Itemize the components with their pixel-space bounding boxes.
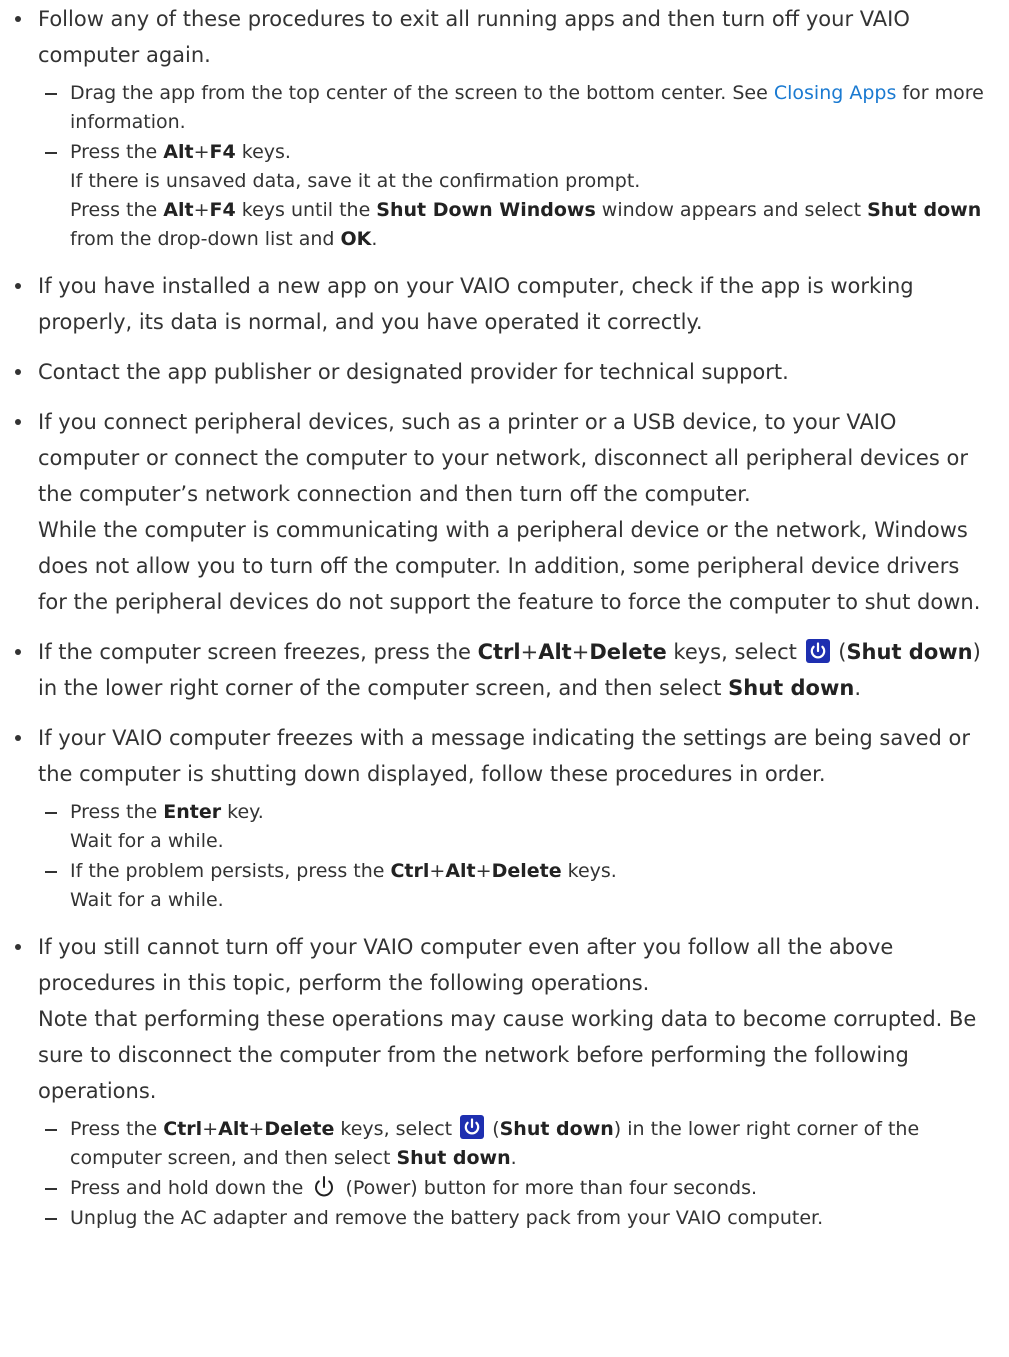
sub-item-text: Press the bbox=[70, 801, 164, 823]
item-text-note: Note that performing these operations ma… bbox=[38, 1007, 977, 1103]
ok-label: OK bbox=[340, 228, 372, 250]
item-text: If you have installed a new app on your … bbox=[38, 274, 914, 334]
key-delete: Delete bbox=[589, 640, 667, 664]
plus-sign: + bbox=[429, 860, 446, 882]
shut-down-label: Shut down bbox=[867, 199, 982, 221]
sub-item-text: Press and hold down the bbox=[70, 1177, 310, 1199]
key-ctrl: Ctrl bbox=[390, 860, 430, 882]
key-delete: Delete bbox=[491, 860, 562, 882]
item-text: keys, select bbox=[666, 640, 804, 664]
sub-item: Unplug the AC adapter and remove the bat… bbox=[45, 1204, 988, 1233]
shut-down-icon bbox=[805, 639, 830, 663]
sub-item-text: Unplug the AC adapter and remove the bat… bbox=[70, 1207, 824, 1229]
sub-item-text: keys, select bbox=[334, 1118, 459, 1140]
list-item: If you still cannot turn off your VAIO c… bbox=[15, 929, 988, 1233]
sub-list: Drag the app from the top center of the … bbox=[38, 79, 988, 254]
item-text: . bbox=[854, 676, 862, 700]
list-item: Follow any of these procedures to exit a… bbox=[15, 1, 988, 254]
sub-item: Press and hold down the (Power) button f… bbox=[45, 1174, 988, 1203]
key-delete: Delete bbox=[264, 1118, 335, 1140]
sub-item-text: keys. bbox=[561, 860, 617, 882]
list-item: Contact the app publisher or designated … bbox=[15, 354, 988, 390]
sub-item-text: from the drop-down list and bbox=[70, 228, 341, 250]
list-item: If you connect peripheral devices, such … bbox=[15, 404, 988, 620]
plus-sign: + bbox=[248, 1118, 265, 1140]
sub-item: Drag the app from the top center of the … bbox=[45, 79, 988, 137]
plus-sign: + bbox=[202, 1118, 219, 1140]
sub-item-text: Wait for a while. bbox=[70, 889, 224, 911]
key-alt: Alt bbox=[163, 141, 194, 163]
sub-list: Press the Enter key. Wait for a while. I… bbox=[38, 798, 988, 915]
shut-down-windows-label: Shut Down Windows bbox=[376, 199, 596, 221]
plus-sign: + bbox=[520, 640, 539, 664]
power-icon bbox=[311, 1174, 337, 1200]
sub-item-text: Wait for a while. bbox=[70, 830, 224, 852]
item-text: ( bbox=[831, 640, 847, 664]
key-alt: Alt bbox=[218, 1118, 249, 1140]
item-text: Follow any of these procedures to exit a… bbox=[38, 7, 910, 67]
shut-down-label: Shut down bbox=[846, 640, 973, 664]
plus-sign: + bbox=[475, 860, 492, 882]
sub-item-text: window appears and select bbox=[595, 199, 868, 221]
key-alt: Alt bbox=[163, 199, 194, 221]
sub-item-text: Drag the app from the top center of the … bbox=[70, 82, 774, 104]
list-item: If your VAIO computer freezes with a mes… bbox=[15, 720, 988, 915]
sub-item-text: Press the bbox=[70, 1118, 164, 1140]
plus-sign: + bbox=[193, 141, 210, 163]
sub-item-text: Press the bbox=[70, 141, 164, 163]
sub-item: If the problem persists, press the Ctrl+… bbox=[45, 857, 988, 915]
key-ctrl: Ctrl bbox=[477, 640, 521, 664]
key-alt: Alt bbox=[445, 860, 476, 882]
troubleshooting-list: Follow any of these procedures to exit a… bbox=[15, 1, 988, 1247]
sub-item: Press the Alt+F4 keys. If there is unsav… bbox=[45, 138, 988, 254]
sub-item: Press the Ctrl+Alt+Delete keys, select (… bbox=[45, 1115, 988, 1173]
item-text: If your VAIO computer freezes with a mes… bbox=[38, 726, 971, 786]
item-text: If you still cannot turn off your VAIO c… bbox=[38, 935, 894, 995]
key-f4: F4 bbox=[209, 199, 236, 221]
list-item: If you have installed a new app on your … bbox=[15, 268, 988, 340]
sub-item-text: If the problem persists, press the bbox=[70, 860, 391, 882]
item-text-note: While the computer is communicating with… bbox=[38, 518, 981, 614]
key-alt: Alt bbox=[538, 640, 572, 664]
shut-down-label: Shut down bbox=[396, 1147, 511, 1169]
plus-sign: + bbox=[193, 199, 210, 221]
sub-item-text: (Power) button for more than four second… bbox=[339, 1177, 758, 1199]
sub-item-text: keys until the bbox=[235, 199, 377, 221]
sub-item-text: If there is unsaved data, save it at the… bbox=[70, 170, 641, 192]
sub-item: Press the Enter key. Wait for a while. bbox=[45, 798, 988, 856]
key-ctrl: Ctrl bbox=[163, 1118, 203, 1140]
sub-item-text: keys. bbox=[235, 141, 291, 163]
sub-item-text: ( bbox=[486, 1118, 500, 1140]
key-f4: F4 bbox=[209, 141, 236, 163]
sub-item-text: . bbox=[510, 1147, 517, 1169]
list-item: If the computer screen freezes, press th… bbox=[15, 634, 988, 706]
item-text: If the computer screen freezes, press th… bbox=[38, 640, 478, 664]
closing-apps-link[interactable]: Closing Apps bbox=[774, 82, 897, 104]
sub-item-text: Press the bbox=[70, 199, 164, 221]
sub-list: Press the Ctrl+Alt+Delete keys, select (… bbox=[38, 1115, 988, 1233]
plus-sign: + bbox=[571, 640, 590, 664]
item-text: If you connect peripheral devices, such … bbox=[38, 410, 968, 506]
sub-item-text: . bbox=[371, 228, 378, 250]
shut-down-label: Shut down bbox=[728, 676, 855, 700]
shut-down-icon bbox=[460, 1115, 485, 1139]
help-page: Follow any of these procedures to exit a… bbox=[0, 0, 1009, 1357]
item-text: Contact the app publisher or designated … bbox=[38, 360, 789, 384]
key-enter: Enter bbox=[163, 801, 222, 823]
shut-down-label: Shut down bbox=[499, 1118, 614, 1140]
sub-item-text: key. bbox=[221, 801, 264, 823]
